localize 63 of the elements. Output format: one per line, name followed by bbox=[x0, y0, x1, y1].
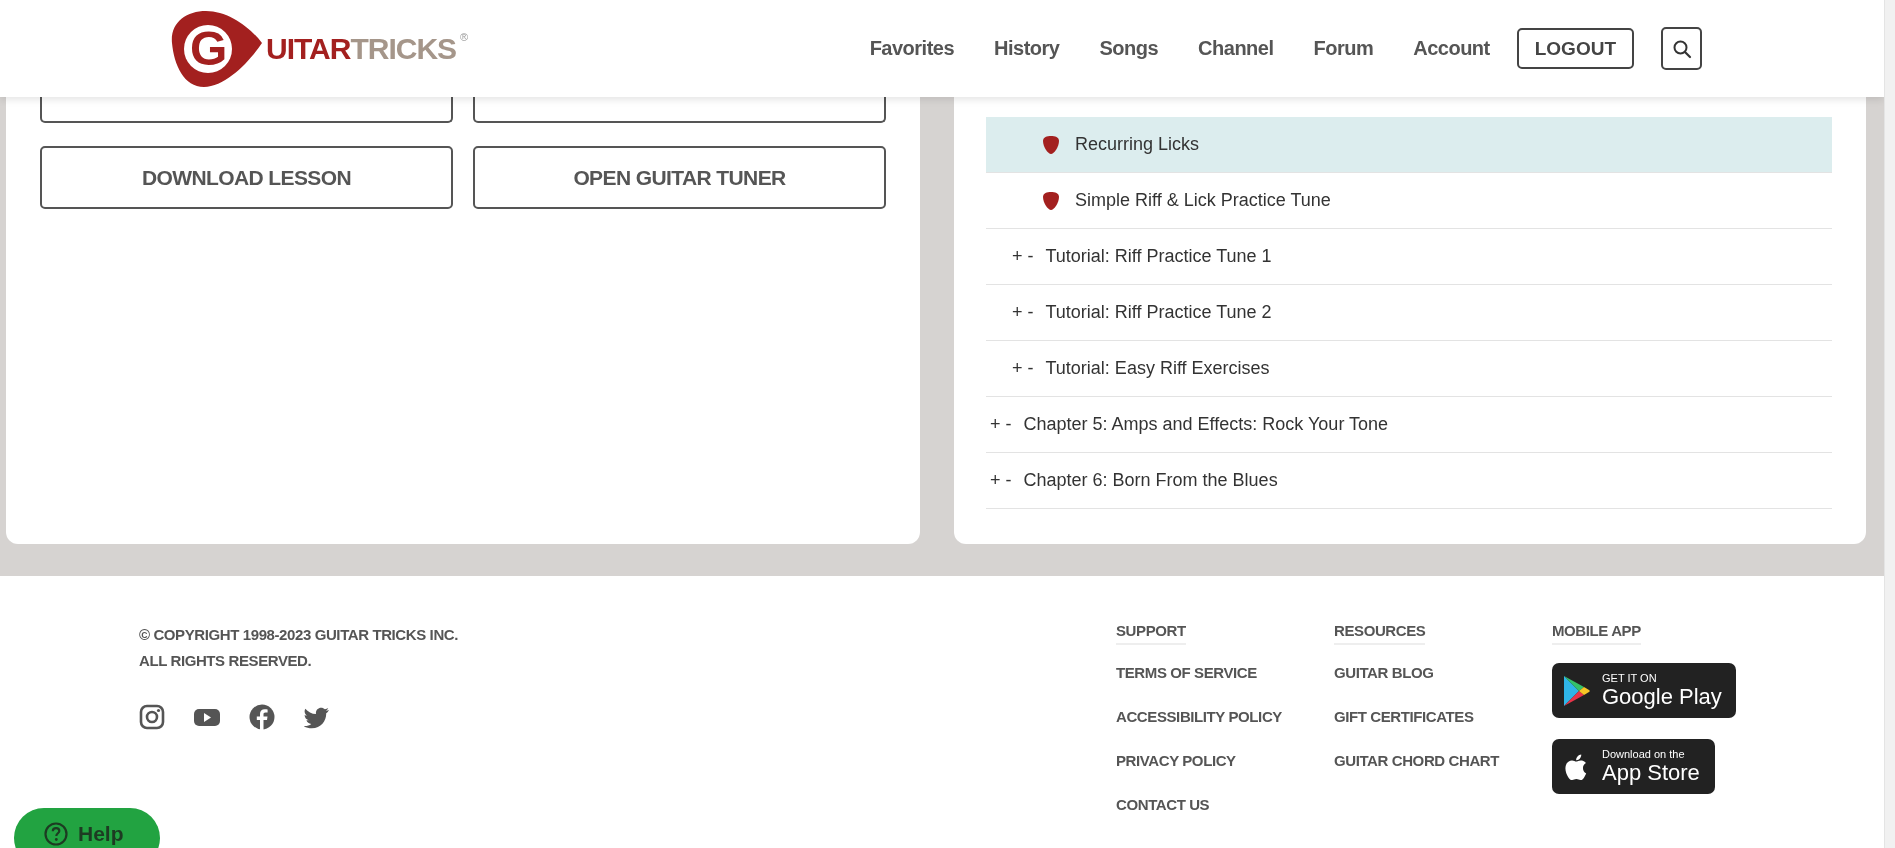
expand-collapse-toggle[interactable]: + - bbox=[990, 470, 1012, 491]
lesson-button[interactable]: OPEN GUITAR TUNER bbox=[473, 146, 886, 209]
expand-collapse-toggle[interactable]: + - bbox=[1012, 302, 1034, 323]
guitar-tricks-logo[interactable]: G UITARTRICKS® bbox=[168, 8, 469, 89]
facebook-icon[interactable] bbox=[249, 704, 275, 730]
outline-row[interactable]: + - Tutorial: Riff Practice Tune 2 bbox=[986, 285, 1832, 341]
lesson-row[interactable]: Recurring Licks bbox=[986, 117, 1832, 173]
badge-caption: Download on the bbox=[1602, 748, 1686, 761]
badge-caption: GET IT ON bbox=[1602, 672, 1658, 685]
outline-label: Tutorial: Riff Practice Tune 1 bbox=[1045, 246, 1272, 267]
badge-title: App Store bbox=[1602, 761, 1700, 785]
footer-link[interactable]: GUITAR CHORD CHART bbox=[1334, 751, 1552, 771]
logo-letter: G bbox=[190, 23, 228, 74]
outline-row[interactable]: + - Chapter 6: Born From the Blues bbox=[986, 453, 1832, 509]
expand-collapse-toggle[interactable]: + - bbox=[1012, 358, 1034, 379]
outline-label: Tutorial: Easy Riff Exercises bbox=[1045, 358, 1270, 379]
outline-label: Simple Riff & Lick Practice Tune bbox=[1075, 190, 1331, 211]
nav-link[interactable]: Songs bbox=[1099, 37, 1159, 60]
play-triangle-icon bbox=[1562, 674, 1592, 707]
lesson-button[interactable] bbox=[473, 97, 886, 123]
outline-row[interactable]: + - Tutorial: Riff Practice Tune 1 bbox=[986, 229, 1832, 285]
nav-link[interactable]: Forum bbox=[1313, 37, 1374, 60]
guitar-pick-icon bbox=[1042, 191, 1060, 210]
footer-link[interactable]: CONTACT US bbox=[1116, 795, 1334, 815]
lesson-row[interactable]: Simple Riff & Lick Practice Tune bbox=[986, 173, 1832, 229]
footer-link[interactable]: GUITAR BLOG bbox=[1334, 663, 1552, 683]
footer-link[interactable]: GIFT CERTIFICATES bbox=[1334, 707, 1552, 727]
outline-label: Chapter 6: Born From the Blues bbox=[1023, 470, 1278, 491]
app-store-badge[interactable]: Download on the App Store bbox=[1552, 739, 1715, 794]
footer-link[interactable]: ACCESSIBILITY POLICY bbox=[1116, 707, 1334, 727]
nav-link[interactable]: Favorites bbox=[869, 37, 955, 60]
badge-title: Google Play bbox=[1602, 685, 1722, 709]
help-button[interactable]: Help bbox=[14, 808, 160, 848]
lesson-button[interactable] bbox=[40, 97, 453, 123]
search-icon bbox=[1671, 38, 1692, 59]
lesson-button[interactable]: DOWNLOAD LESSON bbox=[40, 146, 453, 209]
question-icon bbox=[44, 822, 68, 846]
scrollbar[interactable] bbox=[1884, 0, 1895, 848]
expand-collapse-toggle[interactable]: + - bbox=[990, 414, 1012, 435]
instagram-icon[interactable] bbox=[139, 704, 165, 730]
logout-button[interactable]: LOGOUT bbox=[1516, 28, 1634, 69]
outline-label: Recurring Licks bbox=[1075, 134, 1200, 155]
logo-word: UITAR bbox=[266, 31, 351, 66]
outline-label: Chapter 5: Amps and Effects: Rock Your Tone bbox=[1023, 414, 1389, 435]
outline-row[interactable]: + - Chapter 5: Amps and Effects: Rock Your Tone bbox=[986, 397, 1832, 453]
nav-link[interactable]: Account bbox=[1413, 37, 1490, 60]
guitar-pick-icon bbox=[1042, 135, 1060, 154]
nav-link[interactable]: Channel bbox=[1198, 37, 1274, 60]
column-heading: SUPPORT bbox=[1116, 622, 1186, 645]
google-play-badge[interactable]: GET IT ON Google Play bbox=[1552, 663, 1736, 718]
expand-collapse-toggle[interactable]: + - bbox=[1012, 246, 1034, 267]
footer-link[interactable]: TERMS OF SERVICE bbox=[1116, 663, 1334, 683]
nav-link[interactable]: History bbox=[994, 37, 1060, 60]
logo-word: TRICKS bbox=[350, 31, 457, 66]
outline-row[interactable]: + - Tutorial: Easy Riff Exercises bbox=[986, 341, 1832, 397]
column-heading: MOBILE APP bbox=[1552, 622, 1641, 645]
copyright-text: © COPYRIGHT 1998-2023 GUITAR TRICKS INC. bbox=[139, 625, 459, 645]
search-button[interactable] bbox=[1661, 27, 1702, 70]
column-heading: RESOURCES bbox=[1334, 622, 1426, 645]
footer-link[interactable]: PRIVACY POLICY bbox=[1116, 751, 1334, 771]
registered-mark: ® bbox=[460, 30, 469, 43]
copyright-text: ALL RIGHTS RESERVED. bbox=[139, 651, 313, 671]
outline-label: Tutorial: Riff Practice Tune 2 bbox=[1045, 302, 1272, 323]
